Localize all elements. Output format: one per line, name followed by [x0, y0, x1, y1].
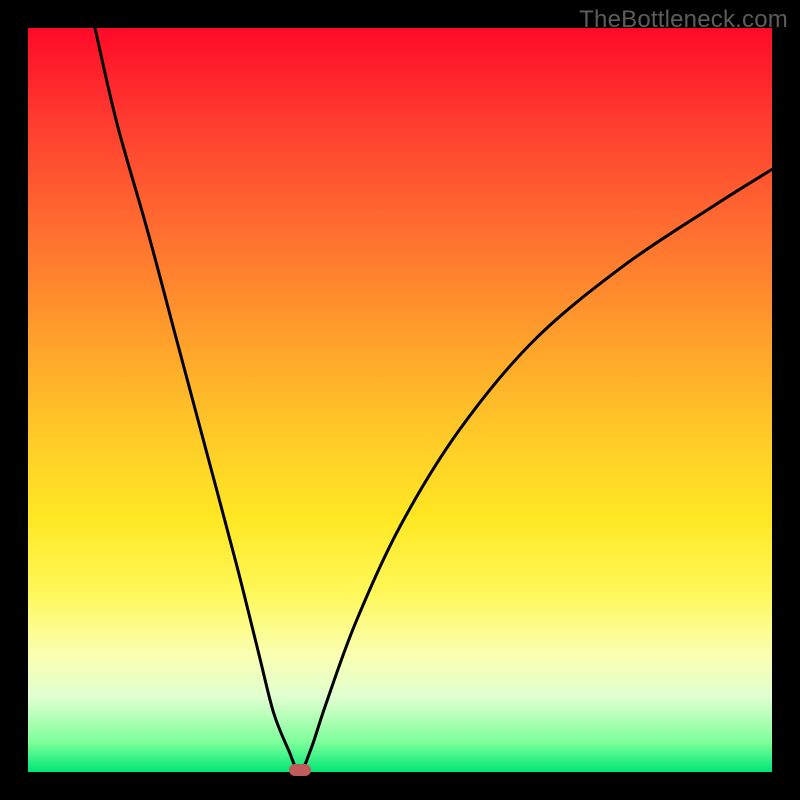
- curve-svg: [28, 28, 772, 772]
- watermark-text: TheBottleneck.com: [579, 6, 788, 34]
- bottleneck-curve-path: [95, 28, 772, 772]
- plot-area: [28, 28, 772, 772]
- chart-frame: TheBottleneck.com: [0, 0, 800, 800]
- min-marker: [289, 764, 311, 776]
